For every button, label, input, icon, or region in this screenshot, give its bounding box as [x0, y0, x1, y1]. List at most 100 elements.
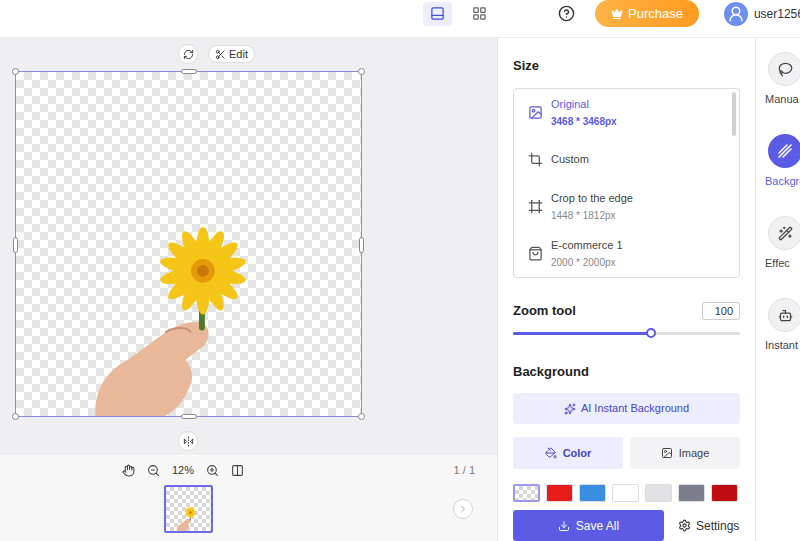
corner-handle[interactable] — [12, 413, 19, 420]
zoom-controls: 12% — [122, 462, 244, 479]
crop-edge-icon — [528, 199, 543, 214]
rotate-icon — [183, 49, 194, 60]
background-tab-label: Image — [679, 445, 710, 462]
zoom-out-icon[interactable] — [147, 464, 160, 477]
size-option-label: Crop to the edge — [551, 190, 633, 207]
color-swatch[interactable] — [546, 484, 573, 502]
user-menu[interactable]: user12563 — [724, 2, 800, 26]
color-swatches — [513, 484, 740, 502]
edge-handle[interactable] — [13, 237, 18, 253]
color-swatch[interactable] — [711, 484, 738, 502]
lasso-icon — [778, 62, 793, 77]
app: Purchaseuser12563Edit12%1 / 1SizeOrigina… — [0, 0, 800, 541]
color-swatch[interactable] — [612, 484, 639, 502]
help-icon — [558, 5, 575, 22]
tool-button[interactable] — [768, 298, 800, 332]
size-option[interactable]: Original3468 * 3468px — [514, 89, 739, 136]
user-icon — [727, 5, 745, 23]
settings-panel: SizeOriginal3468 * 3468pxCustomCrop to t… — [497, 38, 755, 541]
paint-bucket-icon — [545, 447, 557, 459]
zoom-input[interactable]: 100 — [702, 302, 740, 320]
settings-label: Settings — [696, 517, 739, 535]
background-tabs: Color Image — [513, 437, 740, 469]
color-swatch[interactable] — [579, 484, 606, 502]
flip-button[interactable] — [178, 431, 198, 451]
edge-handle[interactable] — [181, 69, 197, 74]
size-option-label: E-commerce 1 — [551, 237, 623, 254]
image-icon — [661, 447, 673, 459]
edge-handle[interactable] — [181, 414, 197, 419]
background-lines-icon — [777, 143, 793, 159]
tool-item[interactable]: Manua — [756, 52, 800, 134]
color-swatch[interactable] — [513, 484, 540, 502]
tool-item[interactable]: Effec — [756, 216, 800, 298]
flip-icon — [183, 436, 194, 447]
canvas: Edit — [0, 38, 497, 455]
size-option[interactable]: E-commerce 12000 * 2000px — [514, 230, 739, 277]
size-option-label: Original — [551, 96, 617, 113]
background-tab[interactable]: Image — [630, 437, 740, 469]
ai-background-button[interactable]: AI Instant Background — [513, 393, 740, 424]
size-option-label: Custom — [551, 151, 589, 168]
corner-handle[interactable] — [358, 68, 365, 75]
top-bar: Purchase user12563 — [0, 0, 800, 38]
edit-label: Edit — [229, 46, 248, 63]
zoom-tool-label: Zoom tool — [513, 301, 576, 321]
settings-button[interactable]: Settings — [678, 517, 739, 535]
download-icon — [558, 520, 570, 532]
color-swatch[interactable] — [645, 484, 672, 502]
hand-icon[interactable] — [122, 464, 135, 477]
background-tab-label: Color — [563, 445, 592, 462]
panel-icon — [430, 6, 445, 21]
size-option[interactable]: Custom — [514, 136, 739, 183]
image-selection[interactable] — [15, 71, 362, 417]
sparkles-icon — [564, 403, 576, 415]
tool-item[interactable]: Instant — [756, 298, 800, 380]
zoom-slider-fill — [513, 332, 651, 335]
ai-background-label: AI Instant Background — [581, 400, 689, 417]
zoom-slider-thumb[interactable] — [646, 328, 656, 338]
scrollbar-thumb[interactable] — [732, 92, 736, 136]
tool-label: Instant — [756, 337, 800, 354]
tool-item[interactable]: Backgro — [756, 134, 800, 216]
purchase-button[interactable]: Purchase — [595, 0, 699, 27]
single-view-button[interactable] — [423, 2, 452, 26]
edge-handle[interactable] — [359, 237, 364, 253]
page-counter: 1 / 1 — [454, 462, 475, 479]
purchase-label: Purchase — [628, 4, 683, 24]
tool-label: Manua — [756, 91, 800, 108]
chevron-right-icon — [457, 503, 469, 515]
zoom-percent: 12% — [172, 462, 194, 479]
bottom-bar: 12% 1 / 1 — [0, 455, 497, 541]
compare-icon[interactable] — [231, 464, 244, 477]
grid-icon — [472, 6, 487, 21]
zoom-in-icon[interactable] — [206, 464, 219, 477]
scissors-icon — [215, 49, 226, 60]
tool-button[interactable] — [768, 216, 800, 250]
edit-button[interactable]: Edit — [208, 45, 255, 63]
workspace: Edit 12% 1 / 1 — [0, 38, 497, 541]
tool-label: Effec — [756, 255, 800, 272]
background-tab[interactable]: Color — [513, 437, 623, 469]
size-option-dims: 3468 * 3468px — [551, 113, 617, 130]
help-button[interactable] — [558, 5, 575, 22]
grid-view-button[interactable] — [465, 2, 494, 26]
next-button[interactable] — [453, 499, 473, 519]
size-option-dims: 1448 * 1812px — [551, 207, 633, 224]
corner-handle[interactable] — [12, 68, 19, 75]
tool-button[interactable] — [768, 52, 800, 86]
corner-handle[interactable] — [358, 413, 365, 420]
thumbnail-photo — [166, 487, 211, 531]
size-option[interactable]: Crop to the edge1448 * 1812px — [514, 183, 739, 230]
thumbnail[interactable] — [164, 485, 213, 533]
robot-icon — [778, 308, 793, 323]
tool-button[interactable] — [768, 134, 800, 168]
save-all-button[interactable]: Save All — [513, 510, 664, 541]
shopping-bag-icon — [528, 246, 543, 261]
size-option-dims: 2000 * 2000px — [551, 254, 623, 271]
gear-icon — [678, 519, 691, 532]
zoom-slider[interactable] — [513, 325, 740, 341]
color-swatch[interactable] — [678, 484, 705, 502]
rotate-button[interactable] — [178, 44, 198, 64]
wand-icon — [778, 226, 793, 241]
